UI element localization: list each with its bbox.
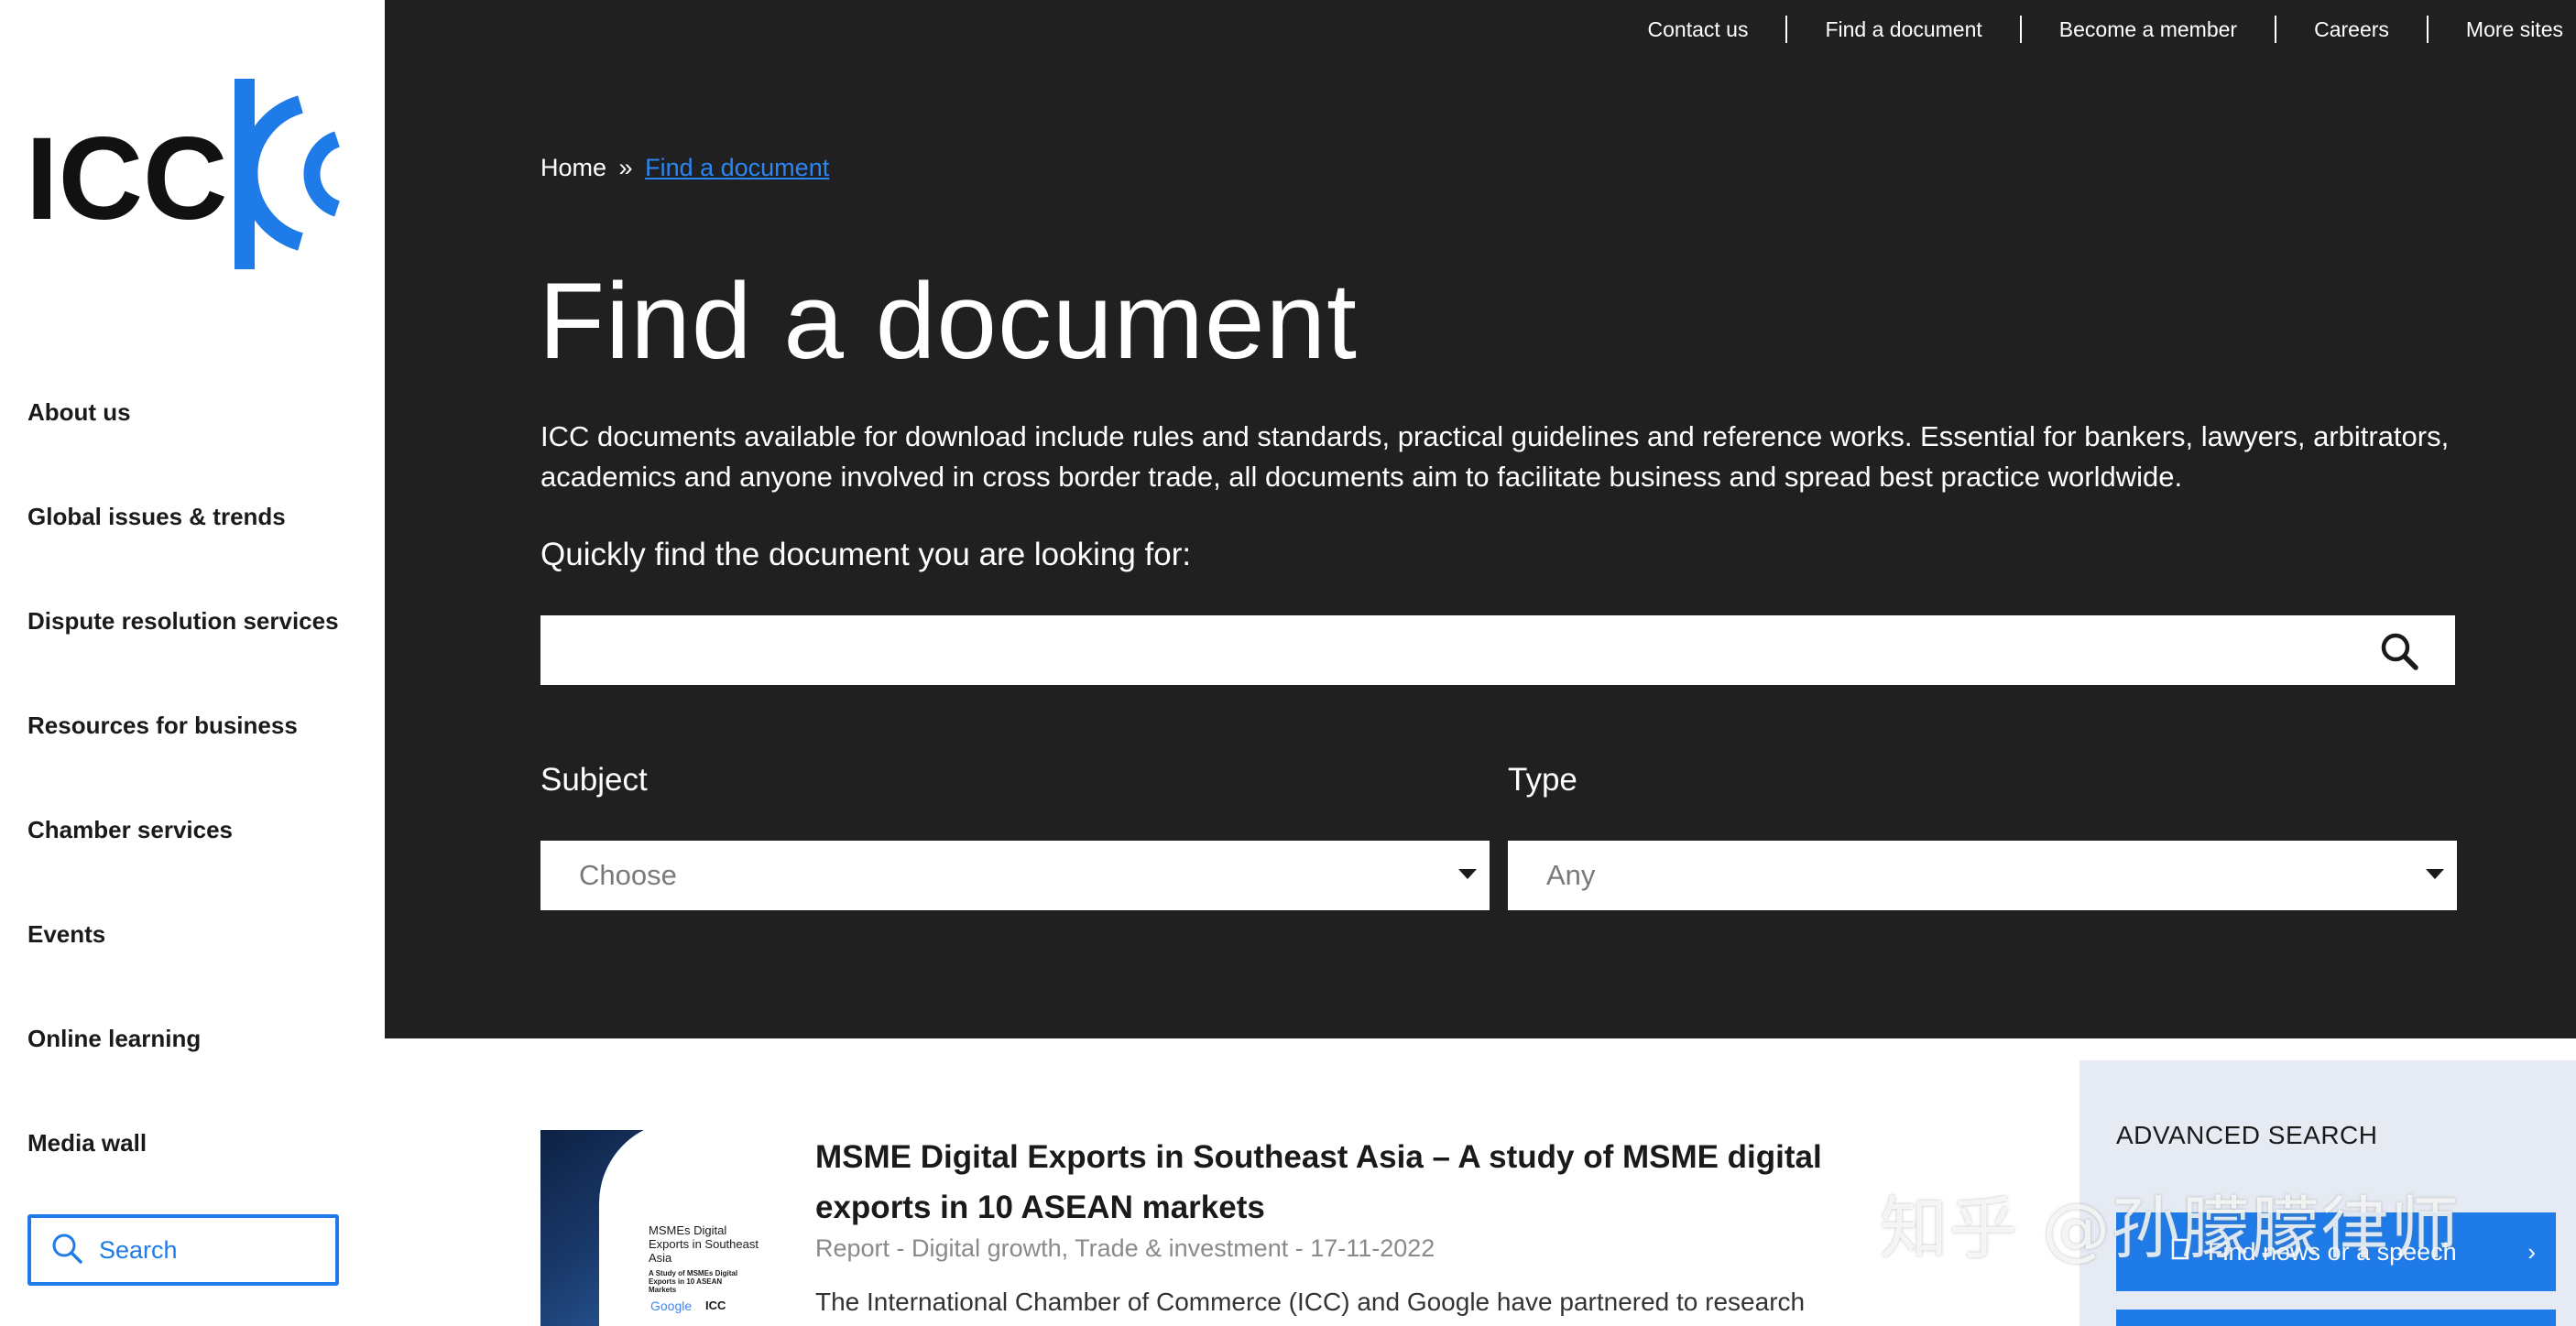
type-select-value: Any <box>1546 859 1596 891</box>
thumbnail-google-logo: Google <box>650 1299 693 1313</box>
breadcrumb: Home » Find a document <box>540 154 829 182</box>
topnav-find-a-document[interactable]: Find a document <box>1785 16 2019 43</box>
logo-text: ICC <box>26 114 227 245</box>
nav-item-events[interactable]: Events <box>27 907 376 1011</box>
intro-text: ICC documents available for download inc… <box>540 420 2450 493</box>
top-nav: Contact us Find a document Become a memb… <box>1610 15 2576 44</box>
result-meta: Report - Digital growth, Trade & investm… <box>815 1234 1435 1262</box>
main-nav: About us Global issues & trends Dispute … <box>27 385 376 1220</box>
advanced-search-button-2[interactable] <box>2116 1310 2556 1326</box>
thumbnail-icc-logo: ICC <box>705 1299 726 1312</box>
nav-item-chamber-services[interactable]: Chamber services <box>27 802 376 907</box>
result-excerpt: The International Chamber of Commerce (I… <box>815 1288 1806 1316</box>
chevron-down-icon <box>1458 869 1477 879</box>
nav-item-resources-for-business[interactable]: Resources for business <box>27 698 376 802</box>
search-icon <box>51 1233 82 1268</box>
topnav-contact-us[interactable]: Contact us <box>1610 16 1786 43</box>
document-search-input[interactable] <box>540 615 2455 685</box>
nav-item-online-learning[interactable]: Online learning <box>27 1011 376 1115</box>
search-prompt: Quickly find the document you are lookin… <box>540 537 1192 572</box>
breadcrumb-home[interactable]: Home <box>540 154 606 181</box>
nav-item-media-wall[interactable]: Media wall <box>27 1115 376 1220</box>
thumbnail-subheading: A Study of MSMEs Digital Exports in 10 A… <box>649 1269 738 1294</box>
topnav-more-sites[interactable]: More sites <box>2426 16 2576 43</box>
thumbnail-heading: MSMEs Digital Exports in Southeast Asia <box>649 1223 759 1265</box>
chevron-down-icon <box>2426 869 2444 879</box>
page: ICC About us Global issues & trends Disp… <box>0 0 2576 1326</box>
subject-select[interactable]: Choose <box>540 841 1490 910</box>
subject-select-value: Choose <box>579 859 677 891</box>
sidebar-search-label: Search <box>99 1235 178 1264</box>
topnav-careers[interactable]: Careers <box>2275 16 2427 43</box>
chevron-right-icon: › <box>2527 1238 2536 1266</box>
type-select[interactable]: Any <box>1508 841 2457 910</box>
document-search-box <box>540 615 2455 685</box>
nav-item-dispute-resolution[interactable]: Dispute resolution services <box>27 593 376 698</box>
icc-logo[interactable]: ICC <box>26 77 346 275</box>
subject-label: Subject <box>540 762 648 798</box>
topnav-become-a-member[interactable]: Become a member <box>2019 16 2275 43</box>
nav-item-global-issues[interactable]: Global issues & trends <box>27 489 376 593</box>
breadcrumb-separator: » <box>618 154 633 181</box>
breadcrumb-current[interactable]: Find a document <box>645 154 829 181</box>
page-title: Find a document <box>539 261 1358 382</box>
result-title[interactable]: MSME Digital Exports in Southeast Asia –… <box>815 1132 1823 1233</box>
type-label: Type <box>1508 762 1577 798</box>
advanced-search-title: ADVANCED SEARCH <box>2116 1121 2378 1149</box>
sidebar-search-button[interactable]: Search <box>27 1214 339 1286</box>
nav-item-about-us[interactable]: About us <box>27 385 376 489</box>
watermark: 知乎 @孙朦朦律师 <box>1880 1190 2461 1268</box>
search-icon[interactable] <box>2380 632 2418 670</box>
sidebar: ICC About us Global issues & trends Disp… <box>0 0 385 1326</box>
hero-section: Contact us Find a document Become a memb… <box>385 0 2576 1038</box>
